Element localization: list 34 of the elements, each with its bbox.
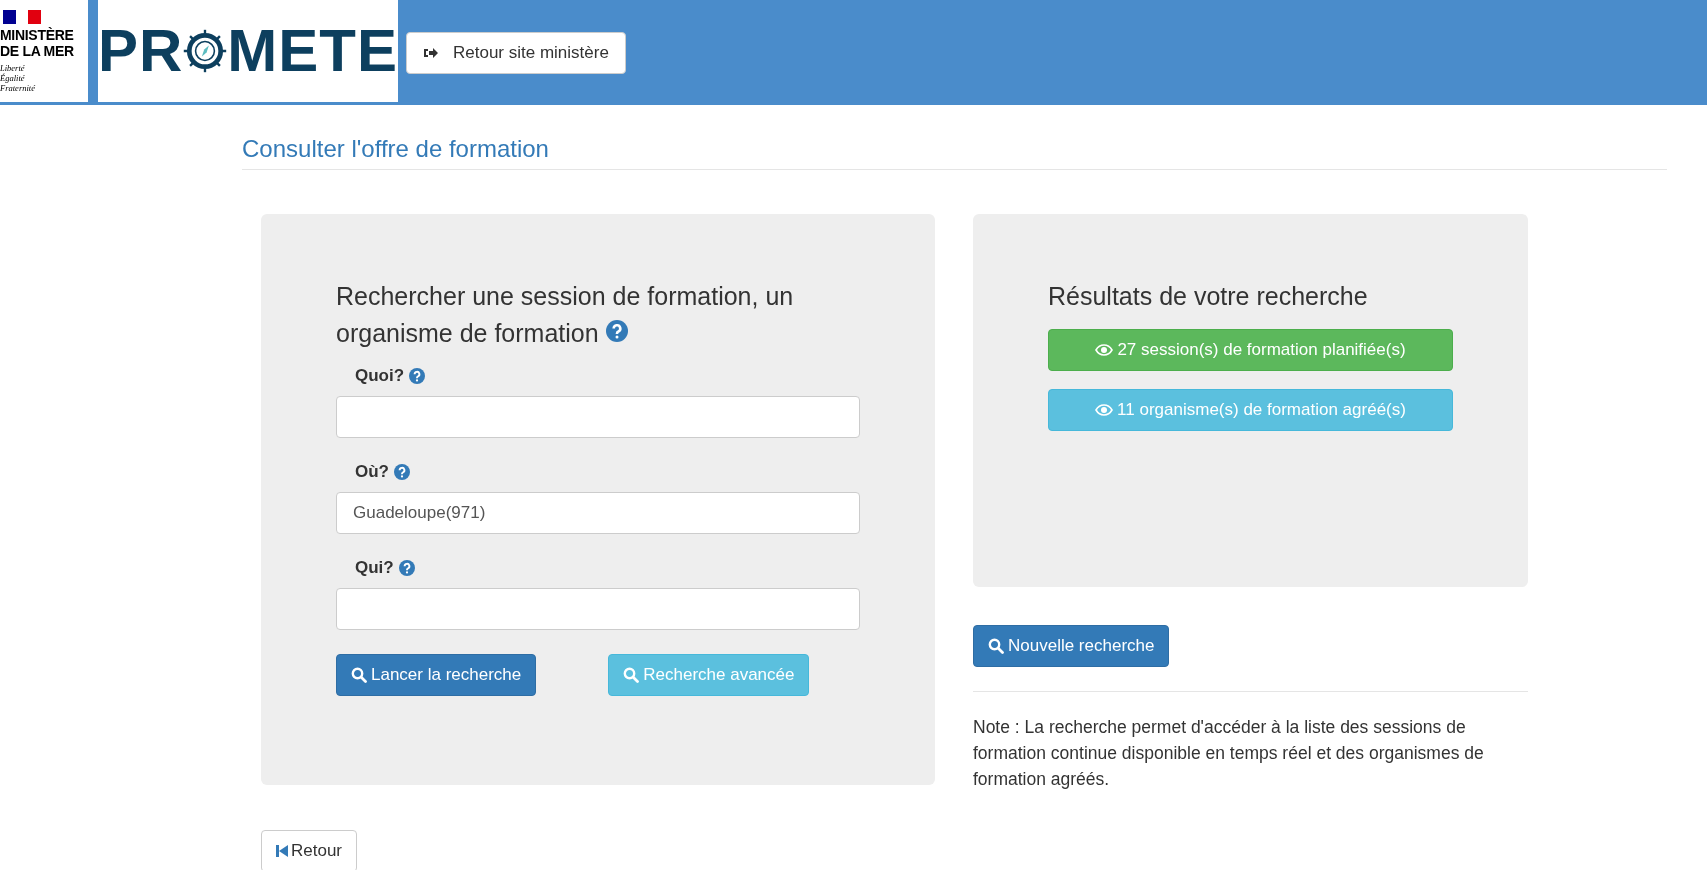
field-label: Qui? bbox=[355, 558, 860, 578]
help-icon[interactable] bbox=[409, 368, 426, 384]
logo-text: PR bbox=[98, 21, 184, 81]
search-button[interactable]: Lancer la recherche bbox=[336, 654, 537, 696]
search-heading: Rechercher une session de formation, un organisme de formation bbox=[336, 281, 795, 349]
search-icon bbox=[988, 638, 1004, 654]
help-icon[interactable] bbox=[394, 464, 410, 480]
logo-text: METE bbox=[227, 21, 398, 81]
new-search-button[interactable]: Nouvelle recherche bbox=[973, 625, 1170, 667]
results-heading: Résultats de votre recherche bbox=[1048, 281, 1369, 312]
flag-icon bbox=[3, 10, 41, 24]
field-label: Où? bbox=[355, 462, 860, 482]
back-button[interactable]: Retour bbox=[261, 830, 358, 870]
page-title: Consulter l'offre de formation bbox=[242, 135, 1667, 170]
input-field[interactable] bbox=[336, 588, 860, 630]
step-backward-icon bbox=[276, 844, 288, 858]
back-to-site-button[interactable]: Retour site ministère bbox=[406, 32, 626, 74]
result-button[interactable]: 27 session(s) de formation planifiée(s) bbox=[1048, 329, 1453, 371]
field-label: Quoi? bbox=[355, 366, 860, 386]
note-text: Note : La recherche permet d'accéder à la liste des sessions de formation continue disponible en temps réel et des organismes de formation agréés. bbox=[973, 716, 1485, 791]
motto-text: Fraternité bbox=[0, 83, 36, 93]
help-icon[interactable] bbox=[605, 320, 628, 342]
input-field[interactable] bbox=[336, 396, 860, 438]
ministry-name: DE LA MER bbox=[0, 43, 75, 59]
help-icon[interactable] bbox=[398, 560, 415, 576]
search-icon bbox=[351, 667, 367, 683]
eye-icon bbox=[1095, 344, 1114, 356]
eye-icon bbox=[1095, 404, 1114, 416]
ministry-name: MINISTÈRE bbox=[0, 27, 75, 43]
motto-text: Liberté bbox=[0, 63, 26, 73]
search-icon bbox=[623, 667, 640, 683]
motto-text: Égalité bbox=[0, 73, 26, 83]
sign-out-icon bbox=[423, 46, 439, 60]
input-field[interactable]: Guadeloupe(971) bbox=[336, 492, 860, 534]
